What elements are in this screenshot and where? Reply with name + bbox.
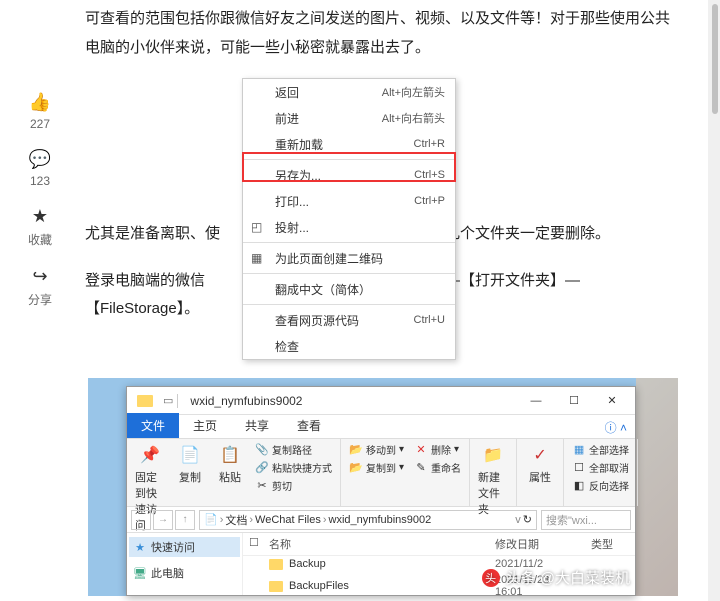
maximize-button[interactable]: ☐	[555, 389, 593, 413]
titlebar[interactable]: ▭ wxid_nymfubins9002 — ☐ ✕	[127, 387, 635, 415]
nav-tree: ★快速访问 🖥此电脑	[127, 533, 243, 595]
paragraph-1: 可查看的范围包括你跟微信好友之间发送的图片、视频、以及文件等！对于那些使用公共电…	[85, 5, 675, 62]
watermark: 头 头条 @大白菜装机	[482, 567, 630, 588]
nav-up-button[interactable]: ↑	[175, 510, 195, 530]
tab-view[interactable]: 查看	[283, 413, 335, 438]
folder-glyph-icon: 📄	[204, 513, 218, 526]
file-explorer-window: ▭ wxid_nymfubins9002 — ☐ ✕ 文件 主页 共享 查看 ⓘ…	[126, 386, 636, 596]
new-folder-button[interactable]: 📁新建文件夹	[476, 441, 510, 519]
desktop-background	[636, 378, 678, 596]
move-to-button[interactable]: 📂移动到▾	[347, 441, 406, 458]
comment-button[interactable]: 💬 123	[29, 149, 51, 188]
ctx-item[interactable]: ◰投射...	[243, 214, 455, 240]
minimize-button[interactable]: —	[517, 389, 555, 413]
qat-icons: ▭	[163, 394, 173, 407]
watermark-text: 头条 @大白菜装机	[506, 567, 630, 588]
search-input[interactable]: 搜索"wxi...	[541, 510, 631, 530]
share-icon: ↪	[32, 266, 47, 287]
ctx-item[interactable]: 另存为...Ctrl+S	[243, 162, 455, 188]
pin-icon: 📌	[138, 443, 162, 467]
pc-icon: 🖥	[133, 566, 147, 580]
breadcrumb-bar[interactable]: 📄 › 文档› WeChat Files› wxid_nymfubins9002…	[199, 510, 537, 530]
copy-icon: 📄	[178, 443, 202, 467]
nav-forward-button[interactable]: →	[153, 510, 173, 530]
paste-button[interactable]: 📋粘贴	[213, 441, 247, 487]
paste-shortcut-button[interactable]: 🔗粘贴快捷方式	[253, 459, 334, 476]
comment-count: 123	[30, 174, 50, 188]
folder-icon	[137, 395, 153, 407]
ctx-item[interactable]: ▦为此页面创建二维码	[243, 245, 455, 271]
watermark-logo-icon: 头	[482, 569, 500, 587]
copy-path-button[interactable]: 📎复制路径	[253, 441, 334, 458]
window-title: wxid_nymfubins9002	[190, 394, 517, 408]
address-bar-row: ← → ↑ 📄 › 文档› WeChat Files› wxid_nymfubi…	[127, 507, 635, 533]
cut-button[interactable]: ✂剪切	[253, 477, 334, 494]
copy-to-button[interactable]: 📂复制到▾	[347, 459, 406, 476]
breadcrumb-seg[interactable]: 文档	[225, 512, 247, 528]
like-count: 227	[30, 117, 50, 131]
delete-button[interactable]: ✕删除▾	[412, 441, 463, 458]
tree-this-pc[interactable]: 🖥此电脑	[129, 563, 240, 583]
close-button[interactable]: ✕	[593, 389, 631, 413]
thumbs-up-icon: 👍	[29, 92, 51, 113]
hdr-type: 类型	[585, 533, 635, 555]
ctx-item[interactable]: 前进Alt+向右箭头	[243, 105, 455, 131]
properties-icon: ✓	[528, 443, 552, 467]
article-actions-sidebar: 👍 227 💬 123 ★ 收藏 ↪ 分享	[20, 92, 60, 308]
page-scrollbar[interactable]	[708, 0, 720, 601]
hdr-name: 名称	[263, 533, 489, 555]
invert-selection-button[interactable]: ◧反向选择	[570, 477, 631, 494]
ctx-item[interactable]: 翻成中文（简体）	[243, 276, 455, 302]
like-button[interactable]: 👍 227	[29, 92, 51, 131]
nav-back-button[interactable]: ←	[131, 510, 151, 530]
list-header[interactable]: ☐ 名称 修改日期 类型	[243, 533, 635, 556]
breadcrumb-seg[interactable]: WeChat Files	[255, 514, 321, 526]
favorite-button[interactable]: ★ 收藏	[28, 206, 52, 248]
tab-share[interactable]: 共享	[231, 413, 283, 438]
select-none-button[interactable]: ☐全部取消	[570, 459, 631, 476]
comment-icon: 💬	[29, 149, 51, 170]
context-menu: 返回Alt+向左箭头前进Alt+向右箭头重新加载Ctrl+R 另存为...Ctrl…	[242, 78, 456, 360]
ribbon: 📌固定到快速访问 📄复制 📋粘贴 📎复制路径 🔗粘贴快捷方式 ✂剪切 📂移动到▾…	[127, 439, 635, 507]
tree-quick-access[interactable]: ★快速访问	[129, 537, 240, 557]
ctx-item[interactable]: 返回Alt+向左箭头	[243, 79, 455, 105]
copy-button[interactable]: 📄复制	[173, 441, 207, 487]
scroll-thumb[interactable]	[712, 4, 718, 114]
ctx-item[interactable]: 查看网页源代码Ctrl+U	[243, 307, 455, 333]
ribbon-collapse-icon[interactable]: ⓘ ˄	[597, 417, 635, 438]
new-folder-icon: 📁	[481, 443, 505, 467]
favorite-label: 收藏	[28, 231, 52, 248]
select-all-button[interactable]: ▦全部选择	[570, 441, 631, 458]
ctx-item[interactable]: 重新加载Ctrl+R	[243, 131, 455, 157]
ribbon-tabs: 文件 主页 共享 查看 ⓘ ˄	[127, 415, 635, 439]
properties-button[interactable]: ✓属性	[523, 441, 557, 487]
rename-button[interactable]: ✎重命名	[412, 459, 463, 476]
breadcrumb-seg[interactable]: wxid_nymfubins9002	[329, 514, 432, 526]
tab-file[interactable]: 文件	[127, 413, 179, 438]
hdr-date: 修改日期	[489, 533, 585, 555]
ctx-item[interactable]: 打印...Ctrl+P	[243, 188, 455, 214]
ctx-item[interactable]: 检查	[243, 333, 455, 359]
paste-icon: 📋	[218, 443, 242, 467]
explorer-screenshot: ▭ wxid_nymfubins9002 — ☐ ✕ 文件 主页 共享 查看 ⓘ…	[88, 378, 678, 596]
star-icon: ★	[133, 540, 147, 554]
tab-home[interactable]: 主页	[179, 413, 231, 438]
share-button[interactable]: ↪ 分享	[28, 266, 52, 308]
star-icon: ★	[32, 206, 48, 227]
share-label: 分享	[28, 291, 52, 308]
